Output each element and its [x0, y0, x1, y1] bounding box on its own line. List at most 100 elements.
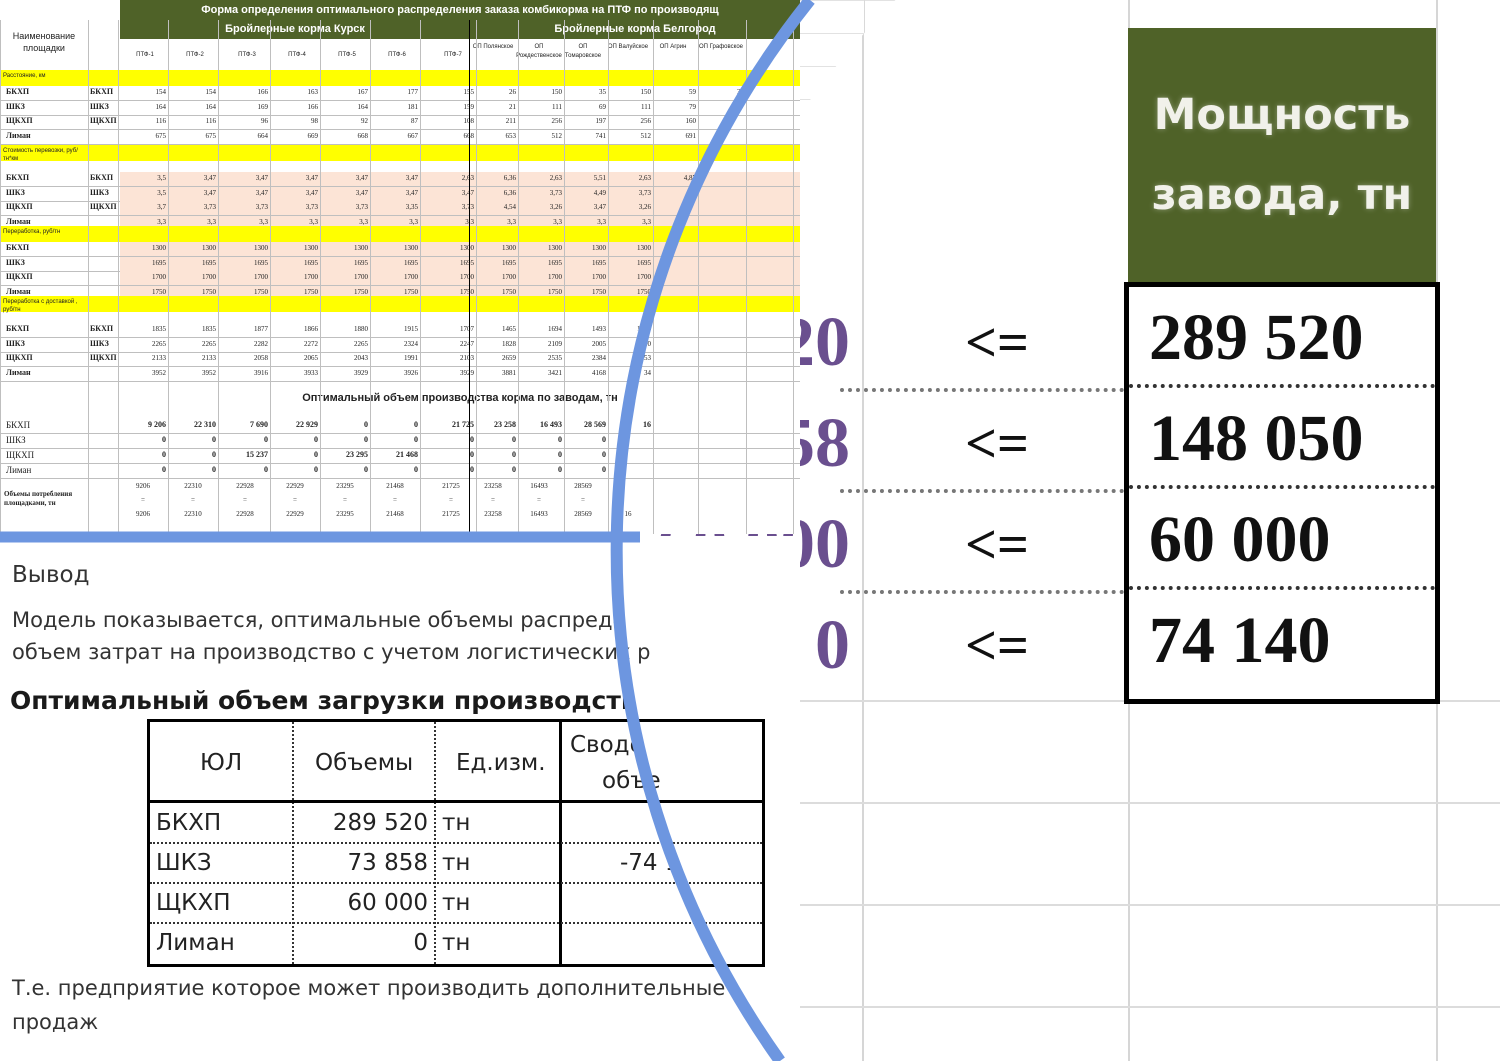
data-cell[interactable]: 79: [650, 103, 696, 111]
data-cell[interactable]: 111: [605, 103, 651, 111]
data-cell[interactable]: 253: [605, 354, 652, 362]
sum-cell[interactable]: 23295: [322, 482, 368, 490]
sum-cell[interactable]: 22929: [272, 482, 318, 490]
data-cell[interactable]: 4,87: [650, 174, 696, 182]
data-cell[interactable]: 1750: [322, 288, 368, 296]
data-cell[interactable]: 1300: [516, 244, 562, 252]
data-cell[interactable]: 3421: [516, 369, 562, 377]
sum-cell[interactable]: 22310: [170, 482, 216, 490]
data-cell[interactable]: 512: [516, 132, 563, 140]
data-cell[interactable]: 668: [428, 132, 475, 140]
consumption-cell[interactable]: 28569: [560, 510, 606, 518]
data-cell[interactable]: 59: [650, 88, 696, 96]
data-cell[interactable]: 1880: [322, 325, 368, 333]
data-cell[interactable]: 668: [322, 132, 369, 140]
data-cell[interactable]: 3952: [170, 369, 216, 377]
data-cell[interactable]: 2282: [222, 340, 268, 348]
data-cell[interactable]: 3,3: [516, 218, 562, 226]
optimal-cell[interactable]: 21 468: [372, 450, 418, 459]
data-cell[interactable]: 96: [222, 117, 268, 125]
data-cell[interactable]: 2103: [428, 354, 474, 362]
sum-cell[interactable]: 22928: [222, 482, 268, 490]
sum-cell[interactable]: 9206: [120, 482, 166, 490]
data-cell[interactable]: 177: [372, 88, 419, 96]
data-cell[interactable]: 691: [650, 132, 697, 140]
data-cell[interactable]: 1700: [120, 273, 166, 281]
data-cell[interactable]: 741: [560, 132, 607, 140]
data-cell[interactable]: 1300: [170, 244, 216, 252]
data-cell[interactable]: 1750: [516, 288, 562, 296]
data-cell[interactable]: 1695: [222, 259, 268, 267]
data-cell[interactable]: 3,73: [272, 203, 318, 211]
data-cell[interactable]: 669: [272, 132, 319, 140]
optimal-cell[interactable]: 0: [428, 450, 474, 459]
capacity-cell[interactable]: 148 050: [1129, 388, 1435, 489]
optimal-cell[interactable]: 0: [516, 435, 562, 444]
optimal-cell[interactable]: 0: [272, 450, 318, 459]
data-cell[interactable]: 3,47: [222, 189, 268, 197]
capacity-cell[interactable]: 289 520: [1129, 287, 1435, 388]
data-cell[interactable]: 1700: [222, 273, 268, 281]
data-cell[interactable]: 164: [322, 103, 369, 111]
data-cell[interactable]: 2265: [170, 340, 216, 348]
data-cell[interactable]: 1695: [372, 259, 418, 267]
data-cell[interactable]: 1695: [605, 259, 651, 267]
optimal-cell[interactable]: 28 569: [560, 420, 606, 429]
optimal-cell[interactable]: 0: [120, 465, 166, 474]
consumption-cell[interactable]: 16: [605, 510, 651, 518]
data-cell[interactable]: 667: [372, 132, 419, 140]
optimal-cell[interactable]: 0: [372, 420, 418, 429]
optimal-cell[interactable]: 22 929: [272, 420, 318, 429]
optimal-cell[interactable]: 0: [516, 465, 562, 474]
data-cell[interactable]: 98: [272, 117, 318, 125]
optimal-cell[interactable]: 0: [560, 450, 606, 459]
data-cell[interactable]: 1695: [322, 259, 368, 267]
consumption-cell[interactable]: 23295: [322, 510, 368, 518]
data-cell[interactable]: 1750: [120, 288, 166, 296]
data-cell[interactable]: 3,47: [372, 174, 418, 182]
consumption-cell[interactable]: 9206: [120, 510, 166, 518]
data-cell[interactable]: 3916: [222, 369, 268, 377]
data-cell[interactable]: 160: [650, 117, 697, 125]
data-cell[interactable]: 1915: [372, 325, 418, 333]
optimal-cell[interactable]: 0: [428, 465, 474, 474]
optimal-cell[interactable]: 0: [170, 465, 216, 474]
data-cell[interactable]: 1300: [428, 244, 474, 252]
consumption-cell[interactable]: 16493: [516, 510, 562, 518]
data-cell[interactable]: 197: [560, 117, 607, 125]
data-cell[interactable]: 169: [222, 103, 269, 111]
data-cell[interactable]: 3,3: [428, 218, 474, 226]
data-cell[interactable]: 87: [372, 117, 418, 125]
optimal-cell[interactable]: 0: [428, 435, 474, 444]
consumption-cell[interactable]: 22310: [170, 510, 216, 518]
data-cell[interactable]: 3926: [372, 369, 418, 377]
data-cell[interactable]: 34: [605, 369, 651, 377]
data-cell[interactable]: 4168: [560, 369, 606, 377]
consumption-cell[interactable]: 22928: [222, 510, 268, 518]
optimal-cell[interactable]: 0: [222, 465, 268, 474]
data-cell[interactable]: 2324: [372, 340, 418, 348]
data-cell[interactable]: 1300: [560, 244, 606, 252]
row-value[interactable]: 73 858: [292, 850, 428, 876]
data-cell[interactable]: 150: [516, 88, 563, 96]
optimal-cell[interactable]: 0: [372, 465, 418, 474]
data-cell[interactable]: 3,26: [516, 203, 562, 211]
data-cell[interactable]: 210: [605, 340, 652, 348]
data-cell[interactable]: 164: [170, 103, 217, 111]
data-cell[interactable]: 2384: [560, 354, 606, 362]
data-cell[interactable]: 2058: [222, 354, 268, 362]
optimal-cell[interactable]: 16 493: [516, 420, 562, 429]
data-cell[interactable]: 111: [516, 103, 562, 111]
data-cell[interactable]: 3952: [120, 369, 166, 377]
data-cell[interactable]: 2005: [560, 340, 606, 348]
data-cell[interactable]: 3,47: [272, 174, 318, 182]
data-cell[interactable]: 1750: [222, 288, 268, 296]
data-cell[interactable]: 1835: [170, 325, 216, 333]
data-cell[interactable]: 3,47: [222, 174, 268, 182]
data-cell[interactable]: 1991: [372, 354, 418, 362]
sum-cell[interactable]: 16493: [516, 482, 562, 490]
consumption-cell[interactable]: 22929: [272, 510, 318, 518]
data-cell[interactable]: 3,5: [120, 174, 166, 182]
data-cell[interactable]: 3929: [322, 369, 368, 377]
data-cell[interactable]: 3,3: [605, 218, 651, 226]
